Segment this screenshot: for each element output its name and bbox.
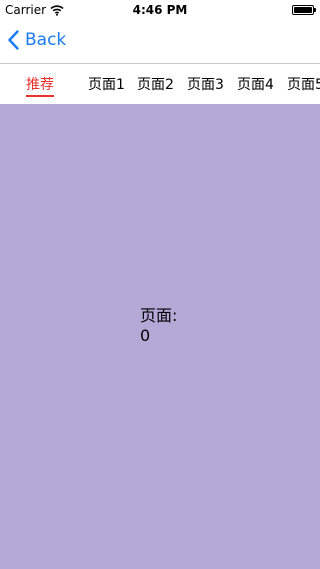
tab-page-5[interactable]: 页面5 <box>287 74 320 94</box>
page-label: 页面: 0 <box>140 306 200 346</box>
tab-bar: 推荐 页面1 页面2 页面3 页面4 页面5 <box>0 64 320 104</box>
page-label-prefix: 页面: <box>140 306 178 325</box>
battery-icon <box>292 5 316 15</box>
tab-page-4[interactable]: 页面4 <box>237 74 274 94</box>
page-content: 页面: 0 <box>0 104 320 569</box>
tab-indicator <box>26 95 54 97</box>
status-bar: Carrier 4:46 PM <box>0 0 320 20</box>
page-number: 0 <box>140 326 151 345</box>
back-label: Back <box>25 30 67 50</box>
status-time: 4:46 PM <box>132 3 188 17</box>
screen: Carrier 4:46 PM Back 推荐 页面1 页面2 页面3 页面4 … <box>0 0 320 569</box>
chevron-left-icon <box>8 30 19 50</box>
navigation-bar: Back <box>0 20 320 64</box>
tab-recommend[interactable]: 推荐 <box>26 74 54 94</box>
tab-page-1[interactable]: 页面1 <box>88 74 125 94</box>
tab-page-3[interactable]: 页面3 <box>187 74 224 94</box>
tab-page-2[interactable]: 页面2 <box>137 74 174 94</box>
back-button[interactable]: Back <box>8 30 66 50</box>
